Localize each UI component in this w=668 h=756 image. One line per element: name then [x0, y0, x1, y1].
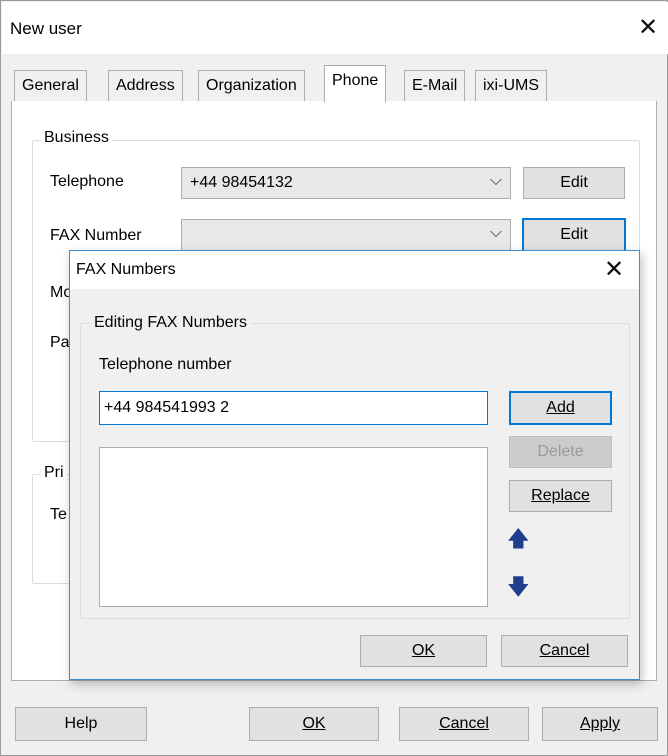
delete-label: Delete [537, 443, 584, 460]
arrow-up-icon[interactable]: 🡅 [507, 528, 530, 550]
tab-label: General [22, 77, 79, 94]
editing-fax-group-label: Editing FAX Numbers [90, 314, 251, 332]
tab-label: Organization [206, 77, 297, 94]
add-label: Add [546, 399, 575, 416]
tab-phone[interactable]: Phone [324, 65, 387, 103]
fax-number-combo[interactable]: ⌵ [181, 219, 511, 251]
help-label: Help [64, 715, 98, 732]
business-group-label: Business [41, 129, 112, 147]
fax-numbers-list[interactable] [99, 447, 488, 607]
fax-number-label: FAX Number [50, 227, 142, 244]
fax-edit-button[interactable]: Edit [522, 218, 626, 252]
fax-numbers-dialog: FAX Numbers ✕ Editing FAX Numbers Teleph… [69, 250, 640, 680]
replace-label: Replace [531, 487, 590, 504]
chevron-down-icon[interactable]: ⌵ [490, 172, 502, 190]
help-button[interactable]: Help [15, 707, 147, 741]
ok-button[interactable]: OK [249, 707, 379, 741]
tab-label: ixi-UMS [483, 77, 539, 94]
telephone-edit-button[interactable]: Edit [523, 167, 625, 199]
window-title: New user [10, 19, 82, 38]
tab-label: E-Mail [412, 77, 458, 94]
apply-label: Apply [579, 715, 621, 732]
dialog-cancel-button[interactable]: Cancel [501, 635, 628, 667]
private-group-label: Pri [41, 464, 67, 482]
ok-label: OK [302, 715, 326, 732]
edit-label: Edit [560, 174, 588, 191]
private-telephone-label: Te [50, 506, 67, 523]
ok-label: OK [411, 642, 436, 659]
cancel-button[interactable]: Cancel [399, 707, 529, 741]
cancel-label: Cancel [439, 715, 489, 732]
close-icon[interactable]: ✕ [638, 16, 658, 40]
telephone-number-value: +44 984541993 2 [104, 399, 230, 416]
close-icon[interactable]: ✕ [604, 258, 624, 282]
arrow-down-icon[interactable]: 🡇 [507, 576, 530, 598]
replace-button[interactable]: Replace [509, 480, 612, 512]
pager-label: Pa [50, 334, 70, 351]
tab-general[interactable]: General [14, 70, 87, 102]
tab-label: Address [116, 77, 175, 94]
edit-label: Edit [560, 226, 588, 243]
cancel-label: Cancel [539, 642, 590, 659]
tab-ixi-ums[interactable]: ixi-UMS [475, 70, 547, 102]
tab-address[interactable]: Address [108, 70, 183, 102]
apply-button[interactable]: Apply [542, 707, 658, 741]
telephone-number-input[interactable]: +44 984541993 2 [99, 391, 488, 425]
dialog-title: FAX Numbers [76, 261, 176, 278]
dialog-title-bar: FAX Numbers ✕ [70, 251, 639, 289]
telephone-combo[interactable]: +44 98454132 ⌵ [181, 167, 511, 199]
tab-email[interactable]: E-Mail [404, 70, 466, 102]
delete-button[interactable]: Delete [509, 436, 612, 468]
title-bar: New user ✕ [2, 2, 668, 54]
dialog-ok-button[interactable]: OK [360, 635, 487, 667]
telephone-label: Telephone [50, 173, 124, 190]
telephone-value: +44 98454132 [190, 174, 293, 191]
telephone-number-label: Telephone number [99, 356, 232, 373]
tab-label: Phone [332, 72, 379, 89]
chevron-down-icon[interactable]: ⌵ [490, 224, 502, 242]
add-button[interactable]: Add [509, 391, 612, 425]
tab-organization[interactable]: Organization [198, 70, 305, 102]
